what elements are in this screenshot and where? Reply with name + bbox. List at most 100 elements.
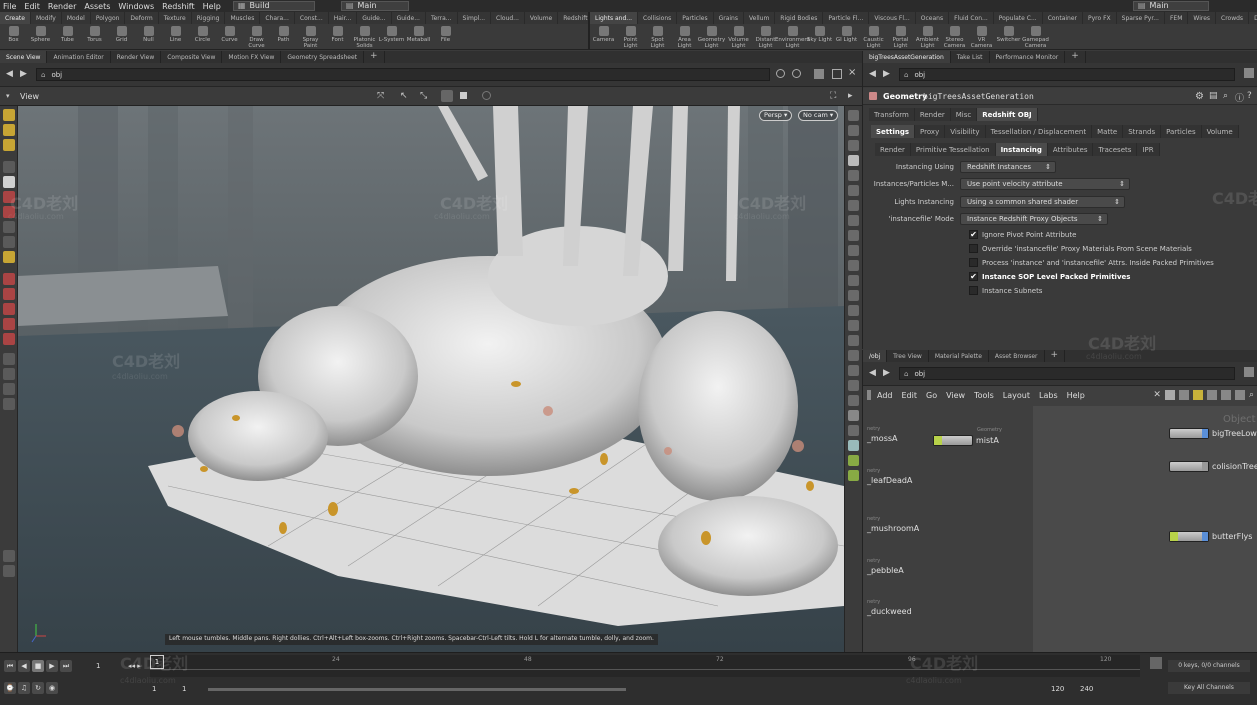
shelf-tab[interactable]: Viscous Fl...: [869, 12, 916, 24]
shelf-main-right-dropdown[interactable]: ▤ Main: [1132, 1, 1209, 11]
view-menu-icon[interactable]: ▾: [6, 92, 10, 100]
back-arrow-icon[interactable]: ◀: [6, 69, 13, 79]
info-icon[interactable]: [1234, 390, 1245, 400]
shelf-tab[interactable]: Grains: [714, 12, 744, 24]
audio-icon[interactable]: ♫: [18, 682, 30, 694]
node-butterflys[interactable]: butterFlys: [1169, 530, 1252, 542]
face-icon[interactable]: [848, 290, 859, 301]
vis-icon[interactable]: [848, 410, 859, 421]
home-icon[interactable]: [848, 395, 859, 406]
start-frame[interactable]: 1: [152, 685, 156, 693]
snapshot-icon[interactable]: [3, 565, 15, 577]
forward-arrow-icon[interactable]: ▶: [20, 69, 27, 79]
tab-take-list[interactable]: Take List: [951, 51, 990, 63]
shelf-tool-button[interactable]: L-System: [378, 24, 405, 49]
menu-help[interactable]: Help: [203, 2, 221, 11]
cursor-icon[interactable]: [3, 353, 15, 365]
add-tab-button[interactable]: +: [1045, 350, 1066, 362]
list-item[interactable]: netry _mushroomA: [867, 516, 919, 533]
shelf-tab[interactable]: Particle Fl...: [823, 12, 870, 24]
shelf-tool-button[interactable]: Box: [0, 24, 27, 49]
prim-icon[interactable]: [848, 305, 859, 316]
tab-redshift-obj[interactable]: Redshift OBJ: [977, 108, 1038, 121]
shelf-tab[interactable]: Texture: [159, 12, 192, 24]
pane-layout-icon[interactable]: [1244, 68, 1254, 78]
shelf-tab[interactable]: Fluid Con...: [949, 12, 994, 24]
link-icon[interactable]: [792, 69, 801, 78]
shelf-tab[interactable]: Model: [62, 12, 91, 24]
key-all-channels-button[interactable]: Key All Channels: [1168, 682, 1250, 694]
snap-icon[interactable]: ⤧: [377, 91, 384, 101]
play-forward-button[interactable]: ▶: [46, 660, 58, 672]
shelf-tab[interactable]: Rigid Bodies: [775, 12, 824, 24]
tab-material-palette[interactable]: Material Palette: [929, 350, 989, 362]
camera-lock-icon[interactable]: [482, 91, 491, 100]
ortho-icon[interactable]: [848, 335, 859, 346]
search-icon[interactable]: ⌕: [1249, 390, 1254, 400]
tab-tree-view[interactable]: Tree View: [887, 350, 929, 362]
lights-icon[interactable]: [848, 440, 859, 451]
shelf-tab[interactable]: Const...: [295, 12, 329, 24]
uv-icon[interactable]: [848, 320, 859, 331]
shelf-tab[interactable]: Container: [1043, 12, 1084, 24]
shelf-tab[interactable]: Collisions: [638, 12, 678, 24]
shelf-tab[interactable]: Drive Sim...: [1249, 12, 1257, 24]
shelf-main-dropdown[interactable]: ▤ Main: [340, 1, 409, 11]
abc-icon[interactable]: [848, 425, 859, 436]
node-mista[interactable]: mistA Geometry: [933, 427, 1002, 446]
loop-icon[interactable]: ↻: [32, 682, 44, 694]
back-arrow-icon[interactable]: ◀: [869, 69, 876, 79]
snap-grid-icon[interactable]: [3, 303, 15, 315]
info-icon[interactable]: ⓘ: [1235, 91, 1244, 104]
tab-attributes[interactable]: Attributes: [1047, 143, 1094, 156]
normal-display-icon[interactable]: [848, 215, 859, 226]
shelf-tab[interactable]: Volume: [525, 12, 559, 24]
shelf-tab[interactable]: Pyro FX: [1083, 12, 1117, 24]
tab-settings[interactable]: Settings: [871, 125, 916, 138]
jump-end-button[interactable]: ⏭: [60, 660, 72, 672]
timeline-track[interactable]: 1 24 48 72 96 120: [150, 655, 1140, 677]
shelf-tool-button[interactable]: Metaball: [405, 24, 432, 49]
node-bigtreelow[interactable]: bigTreeLow: [1169, 427, 1257, 439]
shelf-tab[interactable]: Hair...: [329, 12, 358, 24]
shelf-tool-button[interactable]: Area Light: [671, 24, 698, 49]
forward-arrow-icon[interactable]: ▶: [883, 368, 890, 378]
menu-add[interactable]: Add: [877, 391, 893, 400]
search-icon[interactable]: ⌕: [1223, 91, 1228, 101]
shelf-tool-button[interactable]: Sky Light: [806, 24, 833, 49]
shelf-tab[interactable]: Rigging: [192, 12, 226, 24]
pointer-tool-icon[interactable]: [3, 161, 15, 173]
lasso-tool-icon[interactable]: [3, 139, 15, 151]
shelf-tool-button[interactable]: Point Light: [617, 24, 644, 49]
tab-volume[interactable]: Volume: [1201, 125, 1239, 138]
select-tool-icon[interactable]: [3, 109, 15, 121]
tab-obj[interactable]: /obj: [863, 350, 888, 362]
shelf-tab[interactable]: Crowds: [1216, 12, 1250, 24]
tab-asset-browser[interactable]: Asset Browser: [989, 350, 1045, 362]
play-backward-button[interactable]: ◀: [18, 660, 30, 672]
menu-view[interactable]: View: [946, 391, 965, 400]
shelf-tool-button[interactable]: Curve: [216, 24, 243, 49]
grid-options-icon[interactable]: [848, 455, 859, 466]
shelf-tool-button[interactable]: Camera: [590, 24, 617, 49]
tab-render[interactable]: Render: [914, 108, 951, 121]
list-item[interactable]: netry _leafDeadA: [867, 468, 912, 485]
network-path-field[interactable]: ⌂ obj: [899, 367, 1235, 380]
shelf-tool-button[interactable]: Spray Paint: [297, 24, 324, 49]
ghost-icon[interactable]: [848, 245, 859, 256]
tab-motion-fx-view[interactable]: Motion FX View: [222, 51, 282, 63]
menu-edit[interactable]: Edit: [902, 391, 918, 400]
tab-proxy[interactable]: Proxy: [915, 125, 946, 138]
snap-point-icon[interactable]: [3, 333, 15, 345]
instances-particles-menu[interactable]: Use point velocity attribute ⇕: [960, 177, 1130, 190]
sticky-note-icon[interactable]: [1192, 390, 1203, 400]
node-name-field[interactable]: bigTreesAssetGeneration: [923, 91, 1153, 103]
sim-icon[interactable]: ◉: [46, 682, 58, 694]
shelf-tool-button[interactable]: Stereo Camera: [941, 24, 968, 49]
path-field[interactable]: ⌂ obj: [36, 68, 770, 81]
shelf-tab[interactable]: Modify: [31, 12, 62, 24]
end-frame[interactable]: 120: [1051, 685, 1064, 693]
menu-labs[interactable]: Labs: [1039, 391, 1058, 400]
add-tab-button[interactable]: +: [364, 51, 385, 63]
tab-scene-view[interactable]: Scene View: [0, 51, 48, 63]
